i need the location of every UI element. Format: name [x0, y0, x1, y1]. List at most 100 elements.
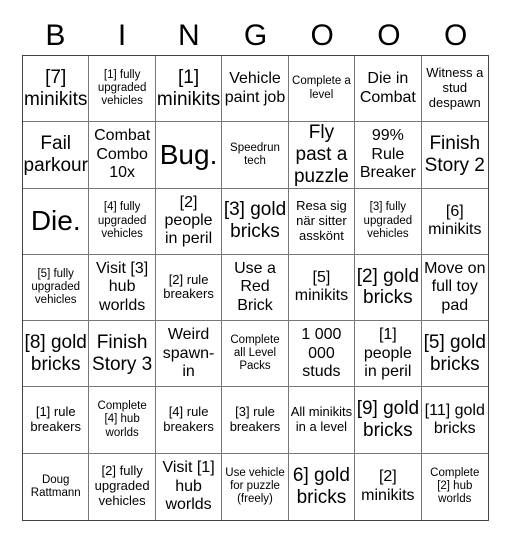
bingo-cell-text: [4] fully upgraded vehicles — [97, 201, 147, 240]
bingo-cell[interactable]: Finish Story 3 — [89, 321, 156, 388]
bingo-cell[interactable]: Witness a stud despawn — [421, 56, 488, 123]
bingo-cell-text: Die. — [30, 205, 81, 237]
bingo-cell[interactable]: Fail parkour — [23, 122, 90, 189]
bingo-cell-text: Combat Combo 10x — [94, 127, 151, 182]
bingo-cell[interactable]: Complete a level — [288, 56, 356, 123]
bingo-cell[interactable]: [4] fully upgraded vehicles — [89, 188, 156, 255]
bingo-cell[interactable]: Move on full toy pad — [421, 255, 488, 322]
bingo-cell[interactable]: [2] rule breakers — [155, 254, 223, 322]
bingo-cell-text: Resa sig när sitter asskönt — [296, 197, 347, 243]
bingo-cell-text: 99% Rule Breaker — [359, 127, 416, 182]
bingo-cell-text: Finish Story 3 — [92, 331, 153, 375]
header-letter: O — [443, 19, 468, 52]
bingo-cell-text: Use a Red Brick — [234, 259, 276, 314]
bingo-cell[interactable]: [2] people in peril — [155, 188, 223, 255]
bingo-cell[interactable]: Use vehicle for puzzle (freely) — [222, 453, 289, 520]
bingo-cell-text: [5] gold bricks — [423, 331, 486, 375]
bingo-cell-text: [6] minikits — [428, 202, 482, 239]
header-letter: G — [243, 19, 268, 52]
bingo-cell[interactable]: Use a Red Brick — [222, 254, 289, 322]
bingo-cell[interactable]: 6] gold bricks — [289, 453, 356, 520]
bingo-cell-text: Die in Combat — [359, 70, 416, 106]
bingo-cell-text: Vehicle paint job — [224, 70, 286, 106]
bingo-cell-text: [2] gold bricks — [356, 265, 420, 309]
bingo-cell[interactable]: [2] minikits — [355, 453, 422, 520]
bingo-cell-text: [2] people in peril — [164, 193, 213, 248]
bingo-cell-text: [3] rule breakers — [229, 404, 281, 435]
bingo-cell[interactable]: [6] minikits — [421, 189, 488, 255]
bingo-cell[interactable]: Bug. — [155, 122, 223, 189]
bingo-board: [7] minikits [1] fully upgraded vehicles[… — [22, 55, 489, 521]
bingo-cell[interactable]: [7] minikits — [23, 56, 90, 123]
header-letter: I — [117, 19, 127, 52]
bingo-cell[interactable]: [1] minikits — [155, 56, 223, 123]
bingo-cell[interactable]: Speedrun tech — [222, 122, 289, 189]
bingo-cell-text: Complete [2] hub worlds — [430, 467, 480, 506]
bingo-cell-text: Complete a level — [292, 75, 351, 101]
bingo-cell[interactable]: Resa sig när sitter asskönt — [288, 188, 356, 255]
bingo-cell-text: [11] gold bricks — [424, 401, 485, 438]
bingo-cell-text: [3] gold bricks — [223, 199, 287, 243]
bingo-cell-text: [1] minikits — [156, 66, 221, 110]
bingo-cell[interactable]: [4] rule breakers — [155, 387, 223, 454]
bingo-cell[interactable]: All minikits in a level — [288, 387, 356, 454]
bingo-cell[interactable]: [5] fully upgraded vehicles — [23, 254, 90, 322]
bingo-cell-text: [1] fully upgraded vehicles — [97, 68, 147, 108]
bingo-cell[interactable]: Visit [1] hub worlds — [156, 453, 223, 520]
bingo-cell-text: 1 000 000 studs — [301, 326, 342, 380]
header-letter: O — [310, 19, 334, 52]
bingo-cell-text: Bug. — [159, 138, 218, 170]
bingo-cell[interactable]: Complete [4] hub worlds — [89, 387, 156, 454]
bingo-cell-text: [1] people in peril — [363, 326, 412, 380]
bingo-cell[interactable]: [3] rule breakers — [222, 387, 289, 454]
bingo-cell[interactable]: [5] minikits — [288, 254, 356, 322]
bingo-cell-text: [2] fully upgraded vehicles — [94, 463, 150, 509]
bingo-cell[interactable]: [3] fully upgraded vehicles — [355, 188, 422, 255]
header-letter: N — [177, 19, 200, 52]
bingo-cell-text: Doug Rattmann — [30, 473, 81, 499]
bingo-cell[interactable]: Fly past a puzzle — [288, 122, 356, 189]
bingo-cell[interactable]: [2] gold bricks — [355, 254, 422, 322]
bingo-cell[interactable]: 1 000 000 studs — [288, 321, 356, 388]
bingo-cell-text: [7] minikits — [24, 66, 88, 110]
bingo-cell-text: Fly past a puzzle — [293, 122, 349, 187]
bingo-cell-text: [5] fully upgraded vehicles — [31, 267, 81, 307]
bingo-cell-text: Use vehicle for puzzle (freely) — [225, 467, 285, 506]
bingo-cell[interactable]: Die in Combat — [355, 56, 422, 123]
header-letter: B — [45, 19, 66, 52]
bingo-cell-text: Fail parkour — [23, 133, 88, 176]
bingo-cell-text: Visit [1] hub worlds — [162, 459, 215, 514]
bingo-cell[interactable]: Combat Combo 10x — [89, 122, 156, 189]
bingo-cell-text: Finish Story 2 — [424, 133, 485, 176]
bingo-cell[interactable]: [1] people in peril — [355, 321, 422, 388]
bingo-cell[interactable]: Complete all Level Packs — [222, 321, 289, 388]
bingo-cell-text: 6] gold bricks — [292, 465, 350, 508]
bingo-cell-text: Speedrun tech — [230, 141, 280, 167]
bingo-cell-text: [4] rule breakers — [163, 404, 214, 435]
bingo-cell-text: All minikits in a level — [290, 404, 353, 435]
bingo-cell-text: [3] fully upgraded vehicles — [363, 201, 413, 240]
bingo-cell[interactable]: 99% Rule Breaker — [355, 122, 422, 189]
bingo-cell[interactable]: [1] rule breakers — [23, 387, 90, 454]
bingo-cell[interactable]: Finish Story 2 — [421, 122, 488, 189]
bingo-cell[interactable]: [11] gold bricks — [421, 387, 488, 454]
bingo-cell[interactable]: Complete [2] hub worlds — [422, 454, 488, 520]
bingo-cell[interactable]: Die. — [23, 188, 90, 255]
bingo-cell-text: Witness a stud despawn — [426, 65, 484, 111]
bingo-cell[interactable]: Weird spawn-in — [155, 321, 223, 388]
bingo-cell[interactable]: [3] gold bricks — [222, 188, 289, 255]
bingo-cell[interactable]: Doug Rattmann — [23, 453, 90, 520]
bingo-header: B I N G O O O — [22, 14, 489, 58]
bingo-cell[interactable]: [9] gold bricks — [355, 387, 422, 454]
bingo-cell-text: [2] rule breakers — [163, 271, 214, 302]
header-letter: O — [377, 19, 401, 52]
bingo-cell[interactable]: [8] gold bricks — [23, 321, 90, 388]
bingo-cell[interactable]: [2] fully upgraded vehicles — [89, 453, 156, 520]
bingo-cell-text: Complete all Level Packs — [230, 333, 280, 373]
bingo-cell[interactable]: Vehicle paint job — [222, 56, 289, 123]
bingo-cell[interactable]: [5] gold bricks — [421, 321, 488, 388]
bingo-cell[interactable]: [1] fully upgraded vehicles — [89, 56, 156, 123]
bingo-cell-text: Move on full toy pad — [424, 259, 486, 314]
bingo-cell-text: [5] minikits — [294, 269, 349, 305]
bingo-cell[interactable]: Visit [3] hub worlds — [89, 254, 156, 322]
